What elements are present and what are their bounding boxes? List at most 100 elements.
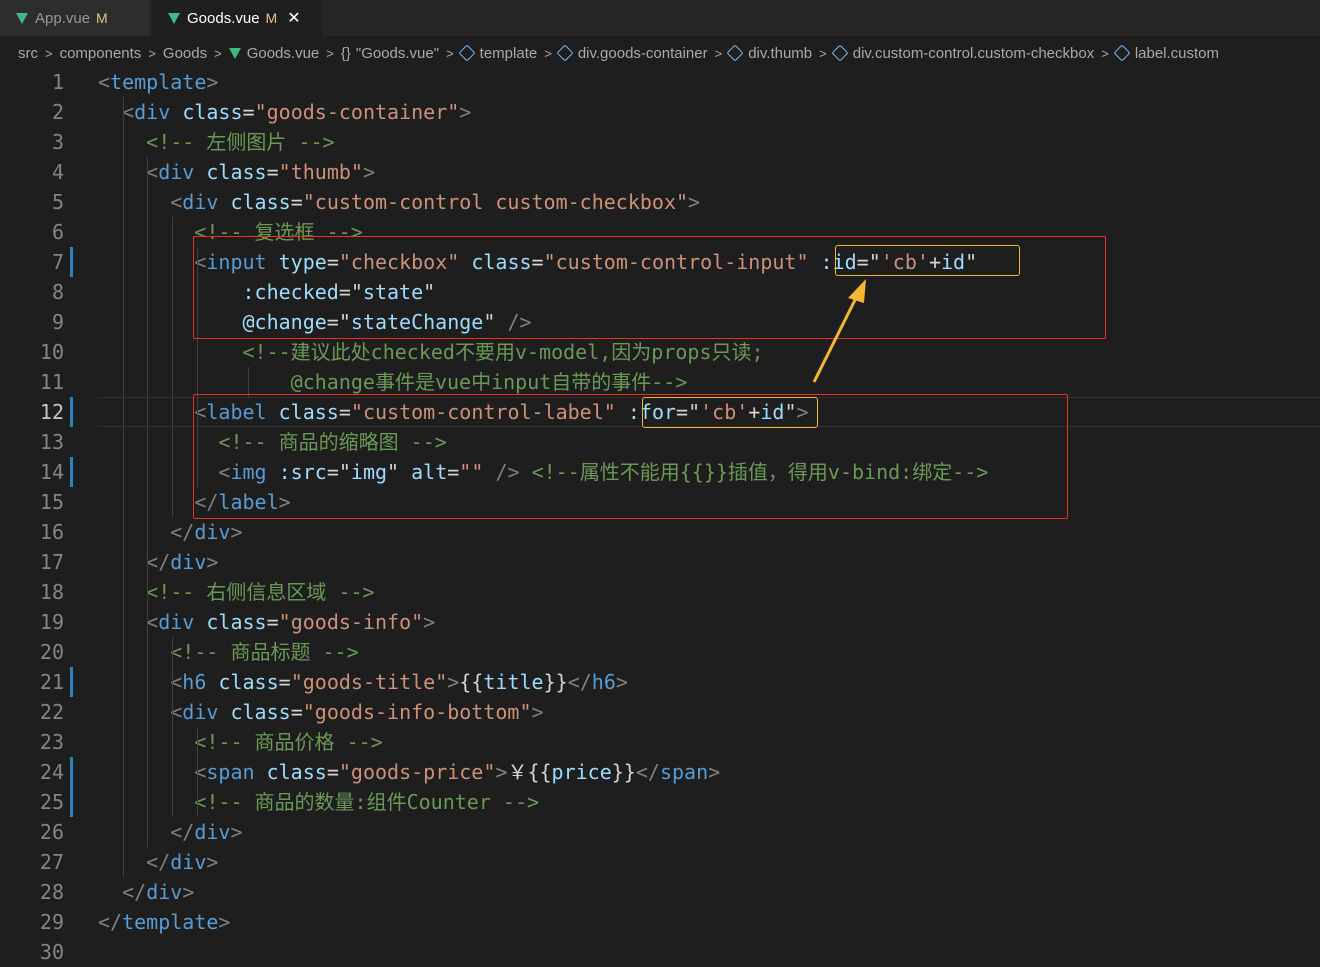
- breadcrumb-goods-file[interactable]: Goods.vue: [228, 45, 319, 62]
- code-line[interactable]: 27 </div>: [0, 847, 1320, 877]
- element-cube-icon: [726, 44, 744, 62]
- modified-gutter-mark: [70, 757, 73, 787]
- line-number: 14: [39, 460, 64, 484]
- line-number: 21: [39, 670, 64, 694]
- vue-file-icon: [16, 12, 28, 24]
- code-text: </template>: [98, 907, 230, 937]
- code-token: span: [206, 760, 255, 784]
- code-token: class: [206, 610, 267, 634]
- code-token: <!--建议此处checked不要用v-model,因为props只读;: [242, 340, 764, 364]
- code-line[interactable]: 1 <template>: [0, 67, 1320, 97]
- code-line[interactable]: 21 <h6 class="goods-title">{{title}}</h6…: [0, 667, 1320, 697]
- line-number: 15: [39, 490, 64, 514]
- code-token: >: [230, 520, 243, 544]
- breadcrumb-thumb[interactable]: div.thumb: [726, 44, 812, 62]
- highlight-box-for-binding: [642, 397, 818, 428]
- code-text: <div class="goods-container">: [98, 97, 471, 127]
- code-line[interactable]: 30: [0, 937, 1320, 967]
- code-token: <: [170, 190, 183, 214]
- code-line[interactable]: 28 </div>: [0, 877, 1320, 907]
- code-line[interactable]: 17 </div>: [0, 547, 1320, 577]
- code-token: </: [146, 850, 171, 874]
- code-token: price: [551, 760, 612, 784]
- code-line[interactable]: 25 <!-- 商品的数量:组件Counter -->: [0, 787, 1320, 817]
- code-line[interactable]: 24 <span class="goods-price">￥{{price}}<…: [0, 757, 1320, 787]
- code-token: div: [158, 160, 195, 184]
- code-line[interactable]: 11 @change事件是vue中input自带的事件-->: [0, 367, 1320, 397]
- modified-gutter-mark: [70, 457, 73, 487]
- code-token: div: [182, 700, 219, 724]
- code-line[interactable]: 26 </div>: [0, 817, 1320, 847]
- code-token: <!-- 左侧图片 -->: [146, 130, 335, 154]
- breadcrumb-custom-checkbox[interactable]: div.custom-control.custom-checkbox: [831, 44, 1094, 62]
- code-token: >: [206, 550, 219, 574]
- indent-guide: [172, 217, 173, 517]
- breadcrumb-module[interactable]: {} "Goods.vue": [341, 45, 439, 62]
- code-token: class: [218, 670, 279, 694]
- chevron-right-icon: >: [326, 45, 334, 61]
- highlight-box-id-binding: [835, 245, 1020, 276]
- indent-guide: [123, 97, 124, 877]
- code-token: class: [230, 190, 291, 214]
- code-line[interactable]: 22 <div class="goods-info-bottom">: [0, 697, 1320, 727]
- code-line[interactable]: 4 <div class="thumb">: [0, 157, 1320, 187]
- code-token: =: [326, 760, 339, 784]
- breadcrumb-src[interactable]: src: [18, 45, 38, 62]
- chevron-right-icon: >: [446, 45, 454, 61]
- code-token: class: [230, 700, 291, 724]
- line-number: 27: [39, 850, 64, 874]
- close-icon[interactable]: ✕: [287, 8, 300, 28]
- tab-goods-vue[interactable]: Goods.vue M ✕: [152, 0, 322, 36]
- breadcrumb: src > components > Goods > Goods.vue > {…: [0, 36, 1320, 70]
- code-line[interactable]: 18 <!-- 右侧信息区域 -->: [0, 577, 1320, 607]
- chevron-right-icon: >: [45, 45, 53, 61]
- code-line[interactable]: 3 <!-- 左侧图片 -->: [0, 127, 1320, 157]
- code-line[interactable]: 10 <!--建议此处checked不要用v-model,因为props只读;: [0, 337, 1320, 367]
- code-text: </div>: [98, 847, 218, 877]
- code-token: "custom-control custom-checkbox": [302, 190, 689, 214]
- tab-app-vue[interactable]: App.vue M: [0, 0, 150, 36]
- vue-file-icon: [168, 12, 180, 24]
- code-token: div: [170, 550, 207, 574]
- code-text: </div>: [98, 877, 194, 907]
- line-number: 19: [39, 610, 64, 634]
- element-cube-icon: [458, 44, 476, 62]
- code-line[interactable]: 20 <!-- 商品标题 -->: [0, 637, 1320, 667]
- code-text: </div>: [98, 517, 243, 547]
- code-token: >: [423, 610, 436, 634]
- breadcrumb-template[interactable]: template: [458, 44, 537, 62]
- line-number: 7: [51, 250, 64, 274]
- line-number: 17: [39, 550, 64, 574]
- code-text: <!-- 商品标题 -->: [98, 637, 358, 667]
- tab-label: Goods.vue: [187, 9, 260, 27]
- code-line[interactable]: 16 </div>: [0, 517, 1320, 547]
- breadcrumb-components[interactable]: components: [60, 45, 142, 62]
- line-number: 1: [51, 70, 64, 94]
- code-line[interactable]: 19 <div class="goods-info">: [0, 607, 1320, 637]
- code-text: <div class="custom-control custom-checkb…: [98, 187, 700, 217]
- breadcrumb-goods-container[interactable]: div.goods-container: [556, 45, 708, 62]
- line-number: 4: [51, 160, 64, 184]
- code-text: </div>: [98, 547, 218, 577]
- line-number: 3: [51, 130, 64, 154]
- code-token: <!-- 商品价格 -->: [194, 730, 383, 754]
- chevron-right-icon: >: [819, 45, 827, 61]
- modified-gutter-mark: [70, 667, 73, 697]
- code-text: <template>: [98, 67, 218, 97]
- code-line[interactable]: 2 <div class="goods-container">: [0, 97, 1320, 127]
- code-token: >: [362, 160, 375, 184]
- code-line[interactable]: 23 <!-- 商品价格 -->: [0, 727, 1320, 757]
- breadcrumb-label[interactable]: label.custom: [1113, 45, 1219, 62]
- element-cube-icon: [831, 44, 849, 62]
- code-token: </: [122, 880, 147, 904]
- breadcrumb-goods-folder[interactable]: Goods: [163, 45, 207, 62]
- code-line[interactable]: 29 </template>: [0, 907, 1320, 937]
- line-number: 9: [51, 310, 64, 334]
- code-line[interactable]: 5 <div class="custom-control custom-chec…: [0, 187, 1320, 217]
